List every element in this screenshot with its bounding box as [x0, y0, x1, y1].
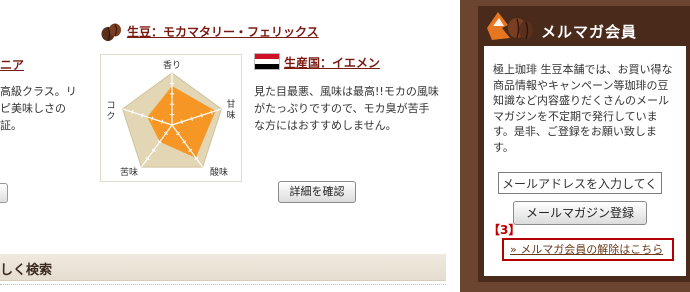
mailmag-register-button[interactable]: メールマガジン登録: [513, 201, 647, 225]
detail-button[interactable]: 詳細を確認: [278, 181, 356, 203]
product-title[interactable]: 生豆：モカマタリー・フェリックス: [127, 23, 319, 40]
column-gap: [446, 0, 460, 292]
unsubscribe-link[interactable]: » メルマガ会員の解除はこちら: [502, 238, 674, 261]
mailmag-description: 極上珈琲 生豆本舗では、お買い得な商品情報やキャンペーン等珈琲の豆知識など内容盛…: [493, 63, 673, 154]
radar-axis-label: 香り: [163, 60, 181, 71]
coffee-bean-icon: [101, 23, 121, 42]
coffee-cup-icon: [487, 12, 533, 40]
email-input[interactable]: [498, 172, 662, 194]
radar-axis-label: 味: [226, 109, 235, 121]
previous-detail-button[interactable]: [0, 183, 8, 203]
radar-axis-label: 甘: [226, 98, 235, 110]
previous-product-title[interactable]: ニア: [0, 56, 24, 73]
radar-axis-label: 苦味: [120, 166, 138, 178]
flag-stripe-bottom: [255, 64, 279, 69]
yemen-flag-icon: [254, 53, 280, 70]
product-description: 見た目最悪、風味は最高!!モカの風味がたっぷりですので、モカ臭が苦手な方にはおす…: [254, 85, 439, 132]
search-section-bar: [0, 254, 446, 281]
taste-radar-chart: 香り甘味酸味 苦味 コク: [100, 54, 242, 182]
radar-axis-label: コ: [106, 101, 115, 111]
previous-product-description: 高級クラス。リピ美味しさの証。: [0, 85, 77, 132]
annotation-marker: 【3】: [488, 223, 521, 237]
radar-axis-label: ク: [106, 111, 115, 122]
radar-svg: 香り甘味酸味 苦味 コク: [106, 60, 235, 178]
search-section-title: しく検索: [0, 263, 53, 278]
dotted-divider: [0, 284, 446, 285]
origin-country[interactable]: 生産国：イエメン: [284, 54, 380, 71]
radar-axis-label: 酸味: [210, 166, 228, 178]
mailmag-title: メルマガ会員: [541, 23, 638, 41]
